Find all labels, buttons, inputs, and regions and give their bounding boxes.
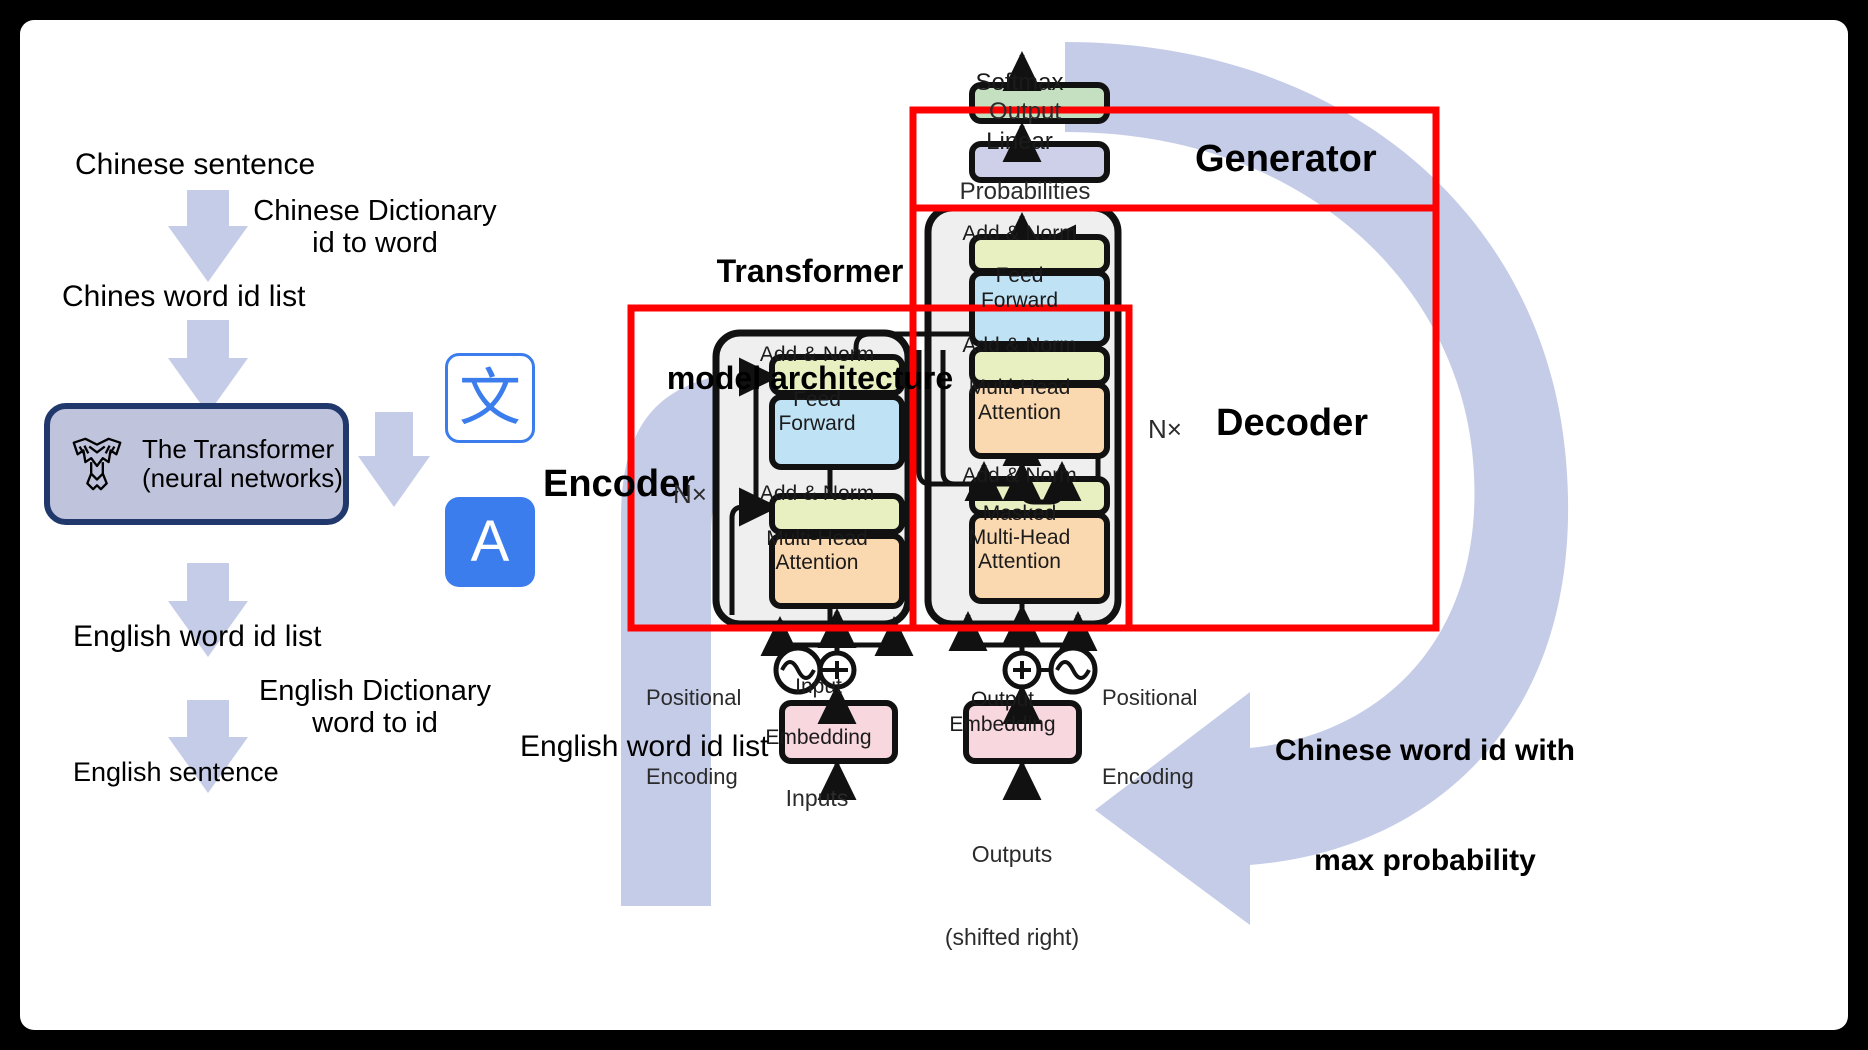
output-embedding-label: Output Embedding [946, 683, 1059, 741]
enc-add-norm-1-label: Add & Norm [759, 482, 875, 505]
input-embedding-label: Input Embedding [762, 675, 875, 748]
enc-feed-forward-label: Feed Forward [778, 387, 856, 435]
outputs-line1: Outputs [971, 841, 1053, 868]
pe-right-line2: Encoding [1102, 763, 1194, 789]
generator-region-label: Generator [1195, 138, 1377, 180]
outputs-line2: (shifted right) [944, 923, 1080, 950]
output-probabilities-line1: Output [988, 97, 1062, 125]
decoder-repeat-label: N× [1148, 414, 1182, 444]
bottom-right-note-line1: Chinese word id with [1274, 734, 1575, 768]
dec-feed-forward-label: Feed Forward [980, 264, 1059, 312]
dec-masked-multi-head-attention-label: Masked Multi-Head Attention [968, 501, 1071, 574]
bottom-left-note: English word id list [520, 730, 769, 763]
screenshot-frame: Chinese sentence Chinese Dictionary id t… [0, 0, 1868, 1050]
pe-right-line1: Positional [1102, 684, 1198, 710]
positional-encoding-right-label: Positional Encoding [1102, 632, 1197, 843]
dec-add-norm-1-label: Add & Norm [962, 464, 1077, 487]
diagram-heading-line1: Transformer [716, 252, 904, 289]
pe-left-line2: Encoding [646, 763, 738, 789]
input-embedding-line1: Input [795, 675, 842, 699]
enc-multi-head-attention-label: Multi-Head Attention [766, 526, 868, 574]
linear-label: Linear [986, 128, 1053, 155]
slide-card: Chinese sentence Chinese Dictionary id t… [20, 20, 1848, 1030]
softmax-label: Softmax [975, 69, 1064, 96]
bottom-right-note-line2: max probability [1314, 843, 1536, 877]
dec-add-norm-3-label: Add & Norm [962, 222, 1077, 245]
encoder-repeat-label: N× [673, 479, 707, 509]
dec-add-norm-2-label: Add & Norm [962, 334, 1077, 357]
output-embedding-line2: Embedding [949, 713, 1056, 736]
enc-add-norm-2-label: Add & Norm [759, 343, 875, 366]
decoder-region-label: Decoder [1216, 402, 1369, 444]
dec-multi-head-attention-label: Multi-Head Attention [968, 376, 1071, 424]
pe-left-line1: Positional [646, 684, 742, 710]
input-embedding-line2: Embedding [765, 725, 872, 749]
bottom-right-note: Chinese word id with max probability [1235, 660, 1615, 953]
outputs-label: Outputs (shifted right) [932, 786, 1092, 1007]
inputs-label: Inputs [785, 785, 849, 811]
output-embedding-line1: Output [970, 687, 1035, 711]
